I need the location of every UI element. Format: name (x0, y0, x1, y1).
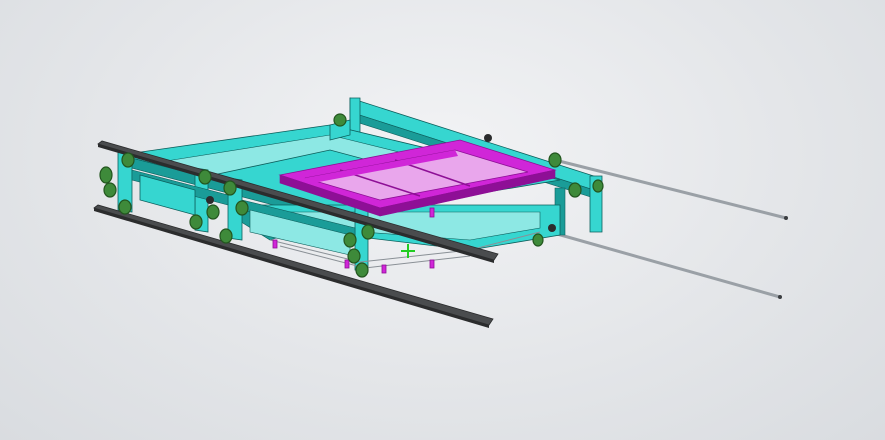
cad-model-scene[interactable] (0, 0, 885, 440)
rod-tip-lower (778, 295, 782, 299)
guide-rod-lower (549, 230, 781, 299)
cad-viewport[interactable] (0, 0, 885, 440)
rod-tip-upper (784, 216, 788, 220)
